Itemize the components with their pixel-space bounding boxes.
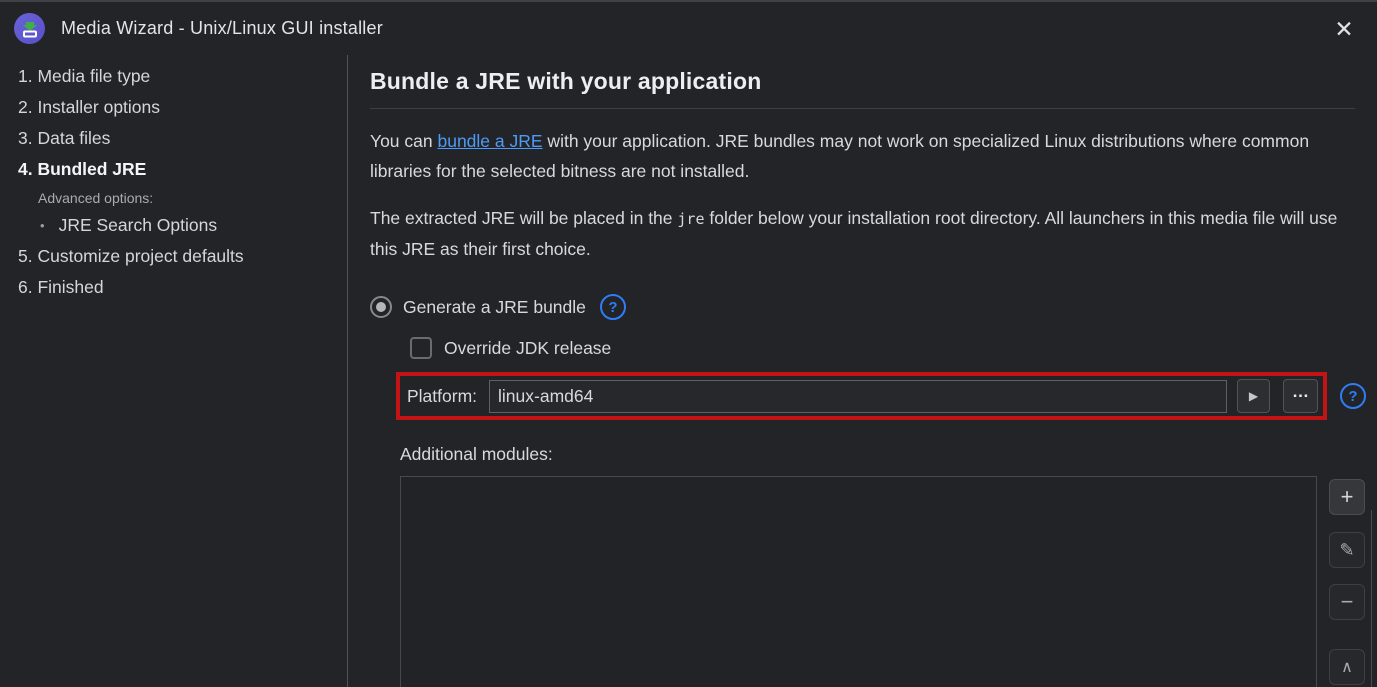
generate-jre-bundle-row: Generate a JRE bundle ? xyxy=(370,294,1377,320)
radio-selected-dot xyxy=(376,302,386,312)
platform-help-icon[interactable]: ? xyxy=(1340,383,1366,409)
platform-dropdown-button[interactable]: ▶ xyxy=(1237,379,1270,413)
modules-button-column: + ✎ − ∧ xyxy=(1329,476,1365,685)
platform-input[interactable] xyxy=(489,380,1227,413)
step-customize-project-defaults[interactable]: 5. Customize project defaults xyxy=(18,246,337,267)
step-jre-search-options[interactable]: • JRE Search Options xyxy=(40,215,337,236)
step-data-files[interactable]: 3. Data files xyxy=(18,128,337,149)
override-jdk-release-row: Override JDK release xyxy=(410,337,1377,359)
page-title: Bundle a JRE with your application xyxy=(370,68,1377,95)
install-app-icon xyxy=(14,13,45,44)
wizard-steps-sidebar: 1. Media file type 2. Installer options … xyxy=(0,55,348,687)
additional-modules-section: + ✎ − ∧ xyxy=(370,476,1377,687)
edit-module-button[interactable]: ✎ xyxy=(1329,532,1365,568)
add-module-button[interactable]: + xyxy=(1329,479,1365,515)
ellipsis-icon: … xyxy=(1292,382,1309,402)
bullet-icon: • xyxy=(40,215,45,236)
chevron-up-icon: ∧ xyxy=(1341,657,1353,677)
heading-divider xyxy=(370,108,1355,109)
remove-module-button[interactable]: − xyxy=(1329,584,1365,620)
bundle-a-jre-link[interactable]: bundle a JRE xyxy=(437,131,542,151)
generate-jre-bundle-radio[interactable] xyxy=(370,296,392,318)
play-arrow-icon: ▶ xyxy=(1249,389,1258,403)
step-finished[interactable]: 6. Finished xyxy=(18,277,337,298)
step-bundled-jre-current[interactable]: 4. Bundled JRE xyxy=(18,159,337,180)
jre-bundle-help-icon[interactable]: ? xyxy=(600,294,626,320)
plus-icon: + xyxy=(1341,484,1354,510)
title-bar: Media Wizard - Unix/Linux GUI installer … xyxy=(0,2,1377,55)
para2-text-before: The extracted JRE will be placed in the xyxy=(370,208,677,228)
jre-folder-paragraph: The extracted JRE will be placed in the … xyxy=(370,203,1342,264)
step-media-file-type[interactable]: 1. Media file type xyxy=(18,66,337,87)
main-panel: Bundle a JRE with your application You c… xyxy=(348,55,1377,687)
override-jdk-release-label: Override JDK release xyxy=(444,338,611,359)
panel-right-edge xyxy=(1371,510,1372,687)
para1-text-before: You can xyxy=(370,131,437,151)
platform-browse-button[interactable]: … xyxy=(1283,379,1318,413)
step-installer-options[interactable]: 2. Installer options xyxy=(18,97,337,118)
pencil-icon: ✎ xyxy=(1339,540,1354,561)
window-title: Media Wizard - Unix/Linux GUI installer xyxy=(61,18,383,39)
platform-row-highlight: Platform: ▶ … xyxy=(396,372,1327,420)
step-jre-search-options-label: JRE Search Options xyxy=(59,215,218,236)
jre-code-text: jre xyxy=(677,210,704,228)
additional-modules-list[interactable] xyxy=(400,476,1317,687)
minus-icon: − xyxy=(1341,589,1354,615)
additional-modules-label: Additional modules: xyxy=(400,444,1377,465)
platform-row: Platform: ▶ … ? xyxy=(370,372,1377,420)
install-icon xyxy=(21,20,39,38)
override-jdk-release-checkbox[interactable] xyxy=(410,337,432,359)
move-up-button[interactable]: ∧ xyxy=(1329,649,1365,685)
wizard-window: Media Wizard - Unix/Linux GUI installer … xyxy=(0,0,1377,687)
intro-paragraph: You can bundle a JRE with your applicati… xyxy=(370,126,1342,186)
advanced-options-label: Advanced options: xyxy=(38,190,337,207)
generate-jre-bundle-label: Generate a JRE bundle xyxy=(403,297,586,318)
close-icon[interactable]: ✕ xyxy=(1327,12,1361,46)
platform-label: Platform: xyxy=(407,386,477,407)
